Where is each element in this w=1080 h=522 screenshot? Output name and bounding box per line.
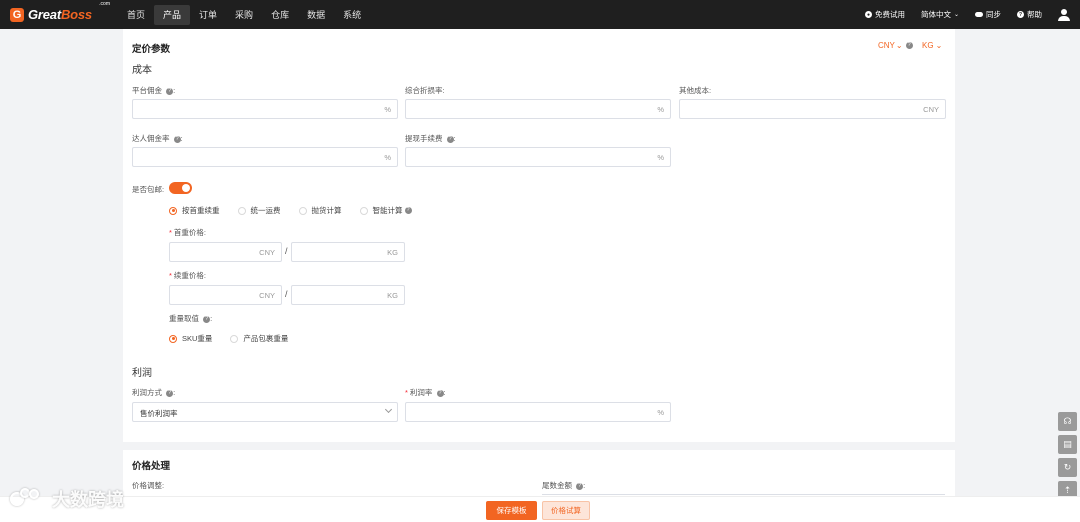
radio-package-weight[interactable]: 产品包裹重量 <box>230 333 288 344</box>
first-weight-input[interactable]: KG <box>291 242 405 262</box>
logo-mark-icon: G <box>10 7 24 22</box>
help-icon: ? <box>173 135 181 143</box>
slash-separator: / <box>285 289 288 299</box>
price-trial-button[interactable]: 价格试算 <box>542 501 590 520</box>
radio-smart-calc[interactable]: 智能计算? <box>359 205 412 216</box>
tail-amount-label: 尾数金额 ?: <box>542 481 586 490</box>
platform-commission-label: 平台佣金 ?: <box>132 86 176 95</box>
continued-weight-price-label: * 续重价格: <box>169 271 207 280</box>
other-cost-label: 其他成本: <box>679 86 712 95</box>
tail-amount-input-edge[interactable] <box>542 494 945 495</box>
weight-unit-selector[interactable]: KG ⌄ <box>922 41 942 50</box>
side-toolbar: ☊ ▤ ↻ ⇡ <box>1058 412 1078 504</box>
chevron-down-icon <box>384 405 393 414</box>
main-nav: 首页 产品 订单 采购 仓库 数据 系统 <box>118 0 370 29</box>
cost-section-title: 成本 <box>132 65 152 76</box>
chevron-down-icon: ⌄ <box>953 12 959 18</box>
logo[interactable]: G GreatBoss .com <box>10 1 114 22</box>
shipping-method-group: 按首重续重 统一运费 抛货计算 智能计算? <box>169 205 430 216</box>
profit-section-title: 利润 <box>132 368 152 379</box>
radio-sku-weight[interactable]: SKU重量 <box>169 333 212 344</box>
weight-source-label: 重量取值 ?: <box>169 314 213 323</box>
sync-button[interactable]: 同步 <box>975 9 1001 20</box>
price-processing-card: 价格处理 价格调整: 尾数金额 ?: <box>123 450 955 500</box>
free-trial-link[interactable]: ● 免费试用 <box>864 9 905 20</box>
platform-commission-input[interactable]: % <box>132 99 398 119</box>
nav-item-product[interactable]: 产品 <box>154 4 191 25</box>
price-processing-title: 价格处理 <box>132 461 171 472</box>
nav-item-home[interactable]: 首页 <box>118 5 154 25</box>
pricing-params-title: 定价参数 <box>132 44 171 55</box>
profit-rate-input[interactable]: % <box>405 402 671 422</box>
weight-source-group: SKU重量 产品包裹重量 <box>169 333 306 344</box>
free-shipping-label: 是否包邮: <box>132 185 165 194</box>
user-avatar-icon[interactable] <box>1058 8 1070 21</box>
withdraw-fee-input[interactable]: % <box>405 147 671 167</box>
help-icon: ? <box>576 482 584 490</box>
help-icon: ? <box>166 87 174 95</box>
help-icon: ? <box>446 135 454 143</box>
logo-text: GreatBoss <box>28 7 92 22</box>
nav-item-system[interactable]: 系统 <box>334 5 370 25</box>
first-weight-price-label: * 首重价格: <box>169 228 207 237</box>
chevron-down-icon: ⌄ <box>935 41 943 50</box>
help-icon: ? <box>203 315 211 323</box>
discount-rate-label: 综合折损率: <box>405 86 445 95</box>
headset-icon[interactable]: ☊ <box>1058 412 1077 431</box>
nav-item-warehouse[interactable]: 仓库 <box>262 5 298 25</box>
radio-volumetric[interactable]: 抛货计算 <box>298 205 342 216</box>
influencer-rate-label: 达人佣金率 ?: <box>132 134 183 143</box>
help-icon: ? <box>905 42 913 49</box>
logo-com: .com <box>99 1 110 7</box>
nav-item-data[interactable]: 数据 <box>298 5 334 25</box>
nav-item-orders[interactable]: 订单 <box>190 5 226 25</box>
profit-rate-label: * 利润率 ?: <box>405 388 446 397</box>
profit-method-label: 利润方式 ?: <box>132 388 176 397</box>
help-link[interactable]: ? 帮助 <box>1017 9 1042 20</box>
radio-flat-shipping[interactable]: 统一运费 <box>237 205 281 216</box>
withdraw-fee-label: 提现手续费 ?: <box>405 134 456 143</box>
nav-item-purchase[interactable]: 采购 <box>226 5 262 25</box>
top-right-menu: ● 免费试用 简体中文 ⌄ 同步 ? 帮助 <box>864 0 1080 29</box>
pricing-params-card: 定价参数 CNY ⌄? KG ⌄ 成本 平台佣金 ?: % 综合折损率: % 其他成… <box>123 29 955 442</box>
radio-first-continued-weight[interactable]: 按首重续重 <box>169 205 220 216</box>
other-cost-input[interactable]: CNY <box>679 99 946 119</box>
document-icon[interactable]: ▤ <box>1058 435 1077 454</box>
save-template-button[interactable]: 保存模板 <box>486 501 537 520</box>
first-weight-price-input[interactable]: CNY <box>169 242 282 262</box>
cloud-icon <box>975 12 983 17</box>
refresh-icon[interactable]: ↻ <box>1058 458 1077 477</box>
price-adjust-label: 价格调整: <box>132 481 165 490</box>
watermark-text: 大数跨境 <box>52 490 124 510</box>
watermark: 大数跨境 <box>10 486 124 512</box>
help-icon: ? <box>436 389 444 397</box>
profit-method-select[interactable]: 售价利润率 <box>132 402 398 422</box>
influencer-rate-input[interactable]: % <box>132 147 398 167</box>
help-icon: ? <box>1017 11 1024 18</box>
chevron-down-icon: ⌄ <box>895 41 903 50</box>
watermark-logo-icon <box>10 488 46 510</box>
trial-icon: ● <box>864 11 872 18</box>
continued-weight-input[interactable]: KG <box>291 285 405 305</box>
help-icon: ? <box>404 207 412 214</box>
slash-separator: / <box>285 246 288 256</box>
help-icon: ? <box>166 389 174 397</box>
discount-rate-input[interactable]: % <box>405 99 671 119</box>
top-navigation-bar: G GreatBoss .com 首页 产品 订单 采购 仓库 数据 系统 ● 免… <box>0 0 1080 29</box>
continued-weight-price-input[interactable]: CNY <box>169 285 282 305</box>
footer-action-bar: 保存模板 价格试算 <box>0 496 1080 522</box>
language-selector[interactable]: 简体中文 ⌄ <box>921 9 959 20</box>
currency-selector[interactable]: CNY ⌄? <box>878 41 913 50</box>
free-shipping-toggle[interactable] <box>169 182 192 194</box>
